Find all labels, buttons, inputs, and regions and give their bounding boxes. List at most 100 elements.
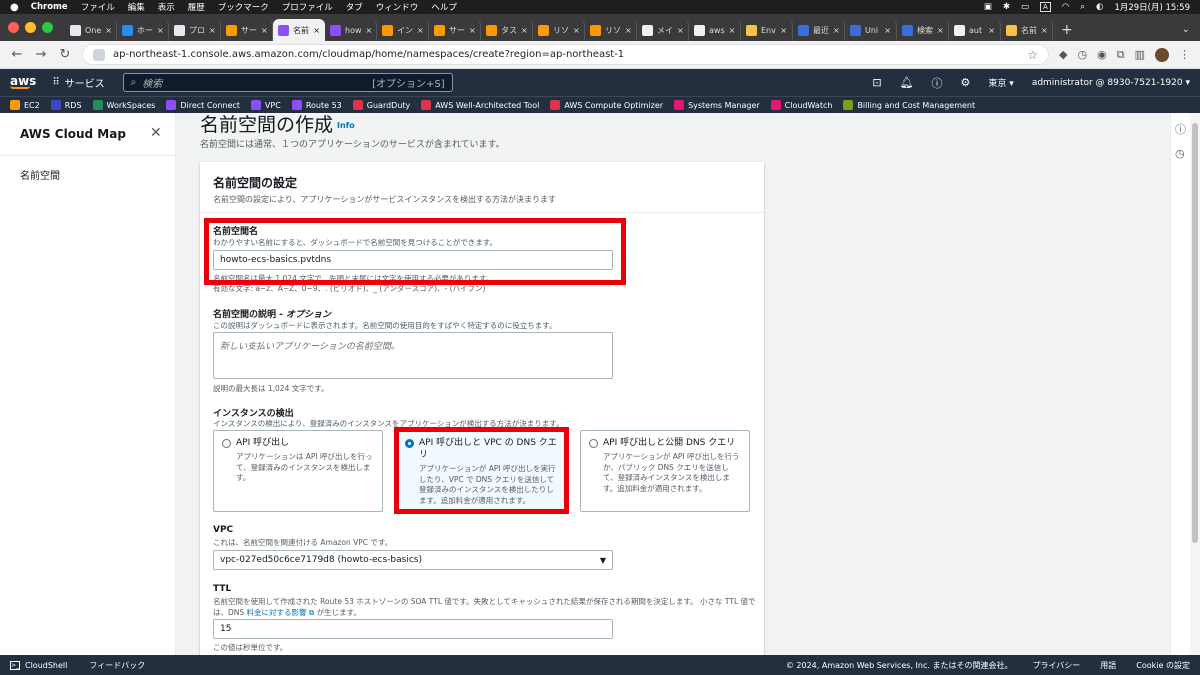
bookmark-star-icon[interactable]: ☆ xyxy=(1027,48,1038,62)
tab-close-icon[interactable]: × xyxy=(417,26,424,35)
tab-close-icon[interactable]: × xyxy=(573,26,580,35)
battery-icon[interactable]: ▭ xyxy=(1021,2,1029,12)
audio-extension-icon[interactable]: ◉ xyxy=(1097,48,1107,61)
wifi-icon[interactable]: ◠ xyxy=(1062,2,1069,12)
tab-close-icon[interactable]: × xyxy=(833,26,840,35)
browser-tab[interactable]: リソ × xyxy=(585,19,637,41)
tab-close-icon[interactable]: × xyxy=(209,26,216,35)
tab-close-icon[interactable]: × xyxy=(780,26,787,35)
browser-tab[interactable]: 最近 × xyxy=(793,19,845,41)
browser-tab[interactable]: サー × xyxy=(221,19,273,41)
url-input[interactable]: ap-northeast-1.console.aws.amazon.com/cl… xyxy=(82,44,1050,65)
cookie-settings-link[interactable]: Cookie の設定 xyxy=(1136,660,1190,671)
ttl-input[interactable]: 15 xyxy=(213,619,613,639)
tab-close-icon[interactable]: × xyxy=(677,26,684,35)
browser-tab[interactable]: 検索 × xyxy=(897,19,949,41)
menu-history[interactable]: 履歴 xyxy=(188,1,205,13)
favorite-item[interactable]: VPC xyxy=(250,100,281,110)
terms-link[interactable]: 用語 xyxy=(1100,660,1116,671)
more-menu-icon[interactable]: ⋮ xyxy=(1179,48,1190,61)
favorite-item[interactable]: AWS Compute Optimizer xyxy=(550,100,663,110)
tab-close-icon[interactable]: × xyxy=(884,26,891,35)
services-menu[interactable]: ⠿ サービス xyxy=(52,75,104,90)
info-link[interactable]: Info xyxy=(337,121,355,130)
tab-close-icon[interactable]: × xyxy=(157,26,164,35)
menu-help[interactable]: ヘルプ xyxy=(431,1,457,13)
side-panel-icon[interactable]: ▥ xyxy=(1135,48,1145,61)
favorite-item[interactable]: Route 53 xyxy=(291,100,342,110)
console-search-input[interactable]: ⌕ 検索 [オプション+S] xyxy=(122,73,453,92)
tab-close-icon[interactable]: × xyxy=(729,26,736,35)
radio-api-public-dns[interactable] xyxy=(589,439,598,448)
browser-tab[interactable]: サー × xyxy=(429,19,481,41)
page-scrollbar[interactable] xyxy=(1190,113,1200,655)
tab-close-icon[interactable]: × xyxy=(937,26,944,35)
search-icon[interactable]: ⌕ xyxy=(1080,2,1085,12)
clock[interactable]: 1月29日(月) 15:59 xyxy=(1114,1,1190,13)
account-menu[interactable]: administrator @ 8930-7521-1920 ▾ xyxy=(1032,78,1190,88)
minimize-window-icon[interactable] xyxy=(25,22,36,33)
notifications-icon[interactable]: 🔔︎ xyxy=(900,76,914,89)
close-icon[interactable]: ✕ xyxy=(150,125,162,141)
favorite-item[interactable]: Billing and Cost Management xyxy=(843,100,975,110)
browser-tab[interactable]: 名前 × xyxy=(273,19,325,41)
help-icon[interactable]: ⓘ xyxy=(932,75,943,91)
close-window-icon[interactable] xyxy=(8,22,19,33)
menu-bookmarks[interactable]: ブックマーク xyxy=(218,1,269,13)
scrollbar-thumb[interactable] xyxy=(1192,123,1198,543)
pricing-impact-link[interactable]: 料金に対する影響 xyxy=(247,608,307,617)
menu-tab[interactable]: タブ xyxy=(346,1,363,13)
browser-tab[interactable]: Uni × xyxy=(845,19,897,41)
site-info-icon[interactable] xyxy=(93,48,105,61)
namespace-description-textarea[interactable]: 新しい支払いアプリケーションの名前空間。 xyxy=(213,332,613,379)
browser-tab[interactable]: タス × xyxy=(481,19,533,41)
vpc-select[interactable]: vpc-027ed50c6ce7179d8 (howto-ecs-basics)… xyxy=(213,550,613,570)
discovery-option-api-vpc-dns[interactable]: API 呼び出しと VPC の DNS クエリ アプリケーションが API 呼び… xyxy=(396,430,566,512)
bluetooth-icon[interactable]: ✱ xyxy=(1003,2,1010,12)
tab-close-icon[interactable]: × xyxy=(261,26,268,35)
sidebar-item-namespaces[interactable]: 名前空間 xyxy=(20,167,60,182)
discovery-option-api-public-dns[interactable]: API 呼び出しと公開 DNS クエリ アプリケーションが API 呼び出しを行… xyxy=(580,430,750,512)
back-icon[interactable]: ← xyxy=(10,47,24,62)
region-selector[interactable]: 東京 ▾ xyxy=(988,76,1013,89)
tab-close-icon[interactable]: × xyxy=(1041,26,1048,35)
tab-close-icon[interactable]: × xyxy=(313,26,320,35)
aws-logo[interactable]: aws xyxy=(10,75,36,89)
feedback-link[interactable]: フィードバック xyxy=(89,660,145,671)
tab-close-icon[interactable]: × xyxy=(366,26,373,35)
history-icon[interactable]: ◷ xyxy=(1175,147,1185,160)
control-center-icon[interactable]: ◐ xyxy=(1096,2,1103,12)
favorite-item[interactable]: RDS xyxy=(50,100,82,110)
settings-icon[interactable]: ⚙ xyxy=(961,76,971,89)
favorite-item[interactable]: Systems Manager xyxy=(674,100,760,110)
favorite-item[interactable]: EC2 xyxy=(10,100,40,110)
tab-close-icon[interactable]: × xyxy=(469,26,476,35)
namespace-name-input[interactable]: howto-ecs-basics.pvtdns xyxy=(213,250,613,270)
new-tab-icon[interactable]: + xyxy=(1053,19,1081,41)
menu-edit[interactable]: 編集 xyxy=(128,1,145,13)
radio-api-vpc-dns[interactable] xyxy=(405,439,414,448)
tab-close-icon[interactable]: × xyxy=(521,26,528,35)
zoom-window-icon[interactable] xyxy=(42,22,53,33)
browser-tab[interactable]: how × xyxy=(325,19,377,41)
browser-tab[interactable]: プロ × xyxy=(169,19,221,41)
favorite-item[interactable]: CloudWatch xyxy=(770,100,832,110)
apple-icon[interactable]: ● xyxy=(10,2,19,13)
favorite-item[interactable]: WorkSpaces xyxy=(92,100,155,110)
puzzle-icon[interactable]: ⧉ xyxy=(1117,48,1125,62)
menu-file[interactable]: ファイル xyxy=(81,1,115,13)
privacy-link[interactable]: プライバシー xyxy=(1032,660,1080,671)
tab-close-icon[interactable]: × xyxy=(105,26,112,35)
discovery-option-api[interactable]: API 呼び出し アプリケーションは API 呼び出しを行って、登録済みのインス… xyxy=(213,430,383,512)
profile-avatar[interactable] xyxy=(1155,47,1169,62)
favorite-item[interactable]: GuardDuty xyxy=(352,100,410,110)
reload-icon[interactable]: ↻ xyxy=(58,47,72,62)
browser-tab[interactable]: 名前 × xyxy=(1001,19,1053,41)
browser-tab[interactable]: Env × xyxy=(741,19,793,41)
cloudshell-icon[interactable]: ⊡ xyxy=(872,76,881,89)
forward-icon[interactable]: → xyxy=(34,47,48,62)
tab-search-icon[interactable]: ⌄ xyxy=(1172,19,1200,41)
favorite-item[interactable]: Direct Connect xyxy=(166,100,240,110)
input-source-badge[interactable]: A xyxy=(1040,2,1051,12)
camera-icon[interactable]: ▣ xyxy=(984,2,992,12)
